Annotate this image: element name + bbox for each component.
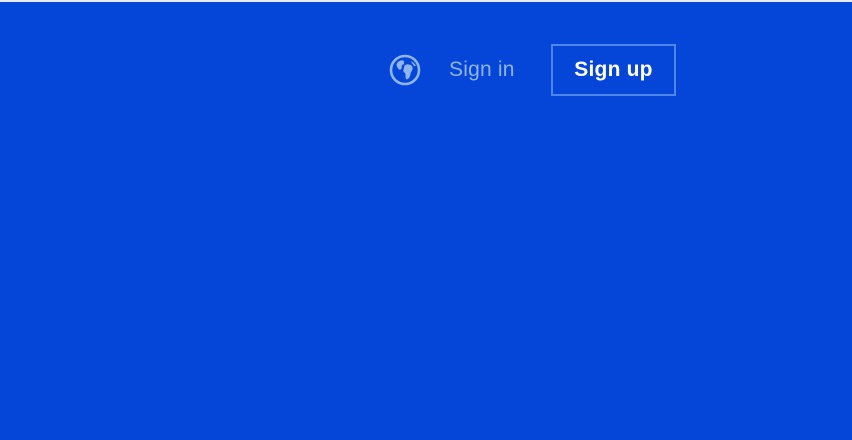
sign-up-label: Sign up [574,58,653,81]
sign-up-button[interactable]: Sign up [551,44,676,96]
page-background: Sign in Sign up [0,2,852,440]
language-selector-button[interactable] [389,54,421,86]
header-nav: Sign in Sign up [0,2,852,102]
sign-in-link[interactable]: Sign in [449,57,515,83]
globe-icon [389,54,421,86]
